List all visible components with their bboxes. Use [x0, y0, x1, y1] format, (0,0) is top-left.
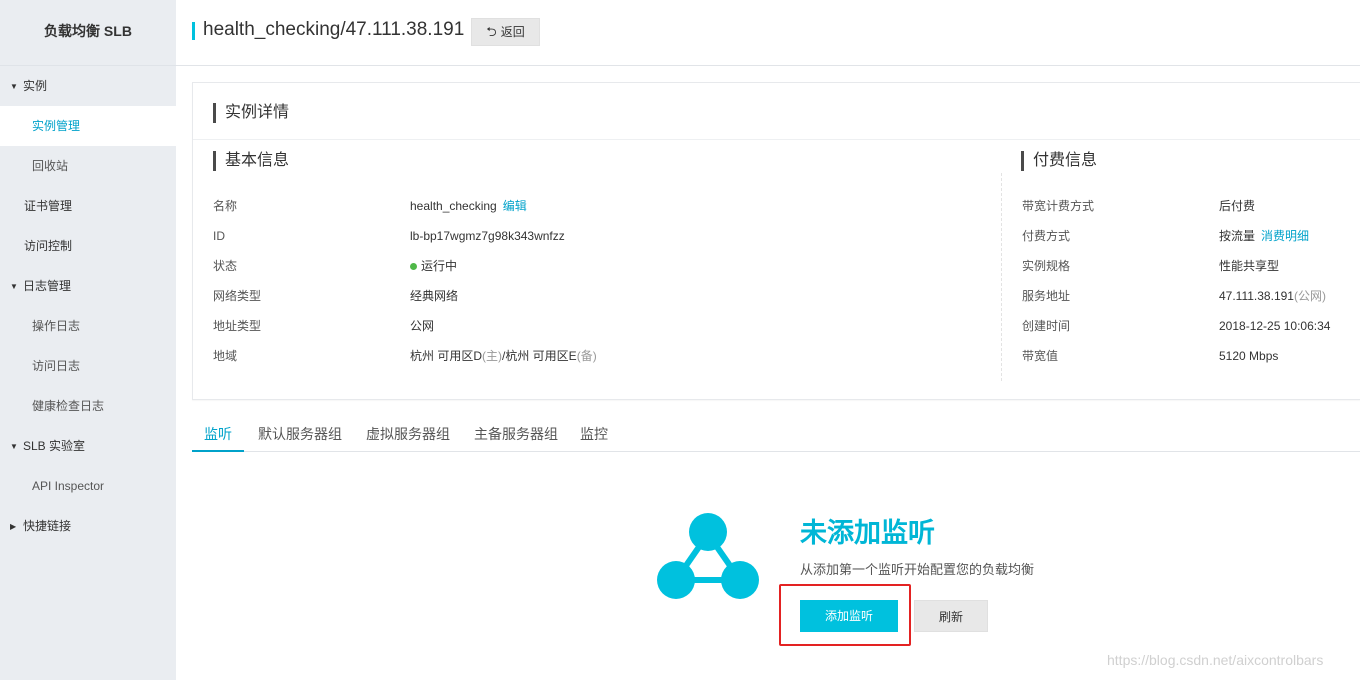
- nav-group-instance[interactable]: ▼ 实例: [0, 66, 176, 106]
- title-accent-bar: [192, 22, 195, 40]
- tab-virtual-server-group[interactable]: 虚拟服务器组: [360, 418, 456, 452]
- sidebar-item-recycle-bin[interactable]: 回收站: [0, 146, 176, 186]
- sidebar-item-api-inspector[interactable]: API Inspector: [0, 466, 176, 506]
- sidebar-item-access-control[interactable]: 访问控制: [0, 226, 176, 266]
- instance-detail-title: 实例详情: [213, 103, 289, 123]
- billing-row-bandwidth-billing: 带宽计费方式 后付费: [1022, 199, 1256, 213]
- nav-group-logs[interactable]: ▼ 日志管理: [0, 266, 176, 306]
- billing-row-service-address: 服务地址 47.111.38.191(公网): [1022, 289, 1326, 303]
- page-title: health_checking/47.111.38.191: [203, 19, 465, 40]
- sidebar: 负载均衡 SLB ▼ 实例 实例管理 回收站 证书管理 访问控制 ▼ 日志管理 操作…: [0, 0, 176, 680]
- page-header: health_checking/47.111.38.191 ⮌ 返回: [176, 0, 1360, 66]
- billing-row-created-time: 创建时间 2018-12-25 10:06:34: [1022, 319, 1331, 333]
- empty-state-description: 从添加第一个监听开始配置您的负载均衡: [800, 562, 1035, 577]
- sidebar-item-health-check-log[interactable]: 健康检查日志: [0, 386, 176, 426]
- product-title: 负载均衡 SLB: [0, 0, 176, 66]
- instance-name: health_checking: [410, 199, 497, 213]
- service-address: 47.111.38.191: [1219, 289, 1294, 303]
- billing-row-bandwidth: 带宽值 5120 Mbps: [1022, 349, 1279, 363]
- instance-id: lb-bp17wgmz7g98k343wnfzz: [410, 229, 565, 243]
- info-row-address-type: 地址类型 公网: [213, 319, 435, 333]
- info-row-id: ID lb-bp17wgmz7g98k343wnfzz: [213, 221, 993, 251]
- nav-group-quick-links[interactable]: ▶ 快捷链接: [0, 506, 176, 546]
- watermark: https://blog.csdn.net/aixcontrolbars: [1107, 652, 1324, 668]
- sidebar-item-access-log[interactable]: 访问日志: [0, 346, 176, 386]
- listener-network-icon: [657, 513, 759, 599]
- tab-monitoring[interactable]: 监控: [576, 418, 612, 452]
- status-dot-icon: [410, 263, 417, 270]
- info-row-network-type: 网络类型 经典网络: [213, 289, 459, 303]
- status-badge: 运行中: [410, 251, 457, 281]
- billing-row-payment: 付费方式 按流量 消费明细: [1022, 229, 1310, 243]
- detail-tabs: 监听 默认服务器组 虚拟服务器组 主备服务器组 监控: [192, 418, 1360, 452]
- sidebar-item-operation-log[interactable]: 操作日志: [0, 306, 176, 346]
- edit-name-link[interactable]: 编辑: [503, 199, 527, 213]
- info-row-status: 状态 运行中: [213, 251, 993, 281]
- region-value: 杭州 可用区D(主)/杭州 可用区E(备): [410, 349, 597, 363]
- column-divider: [1001, 173, 1002, 381]
- instance-detail-panel: 实例详情 基本信息 付费信息 名称 health_checking 编辑 ID l…: [192, 82, 1360, 400]
- divider: [193, 139, 1360, 140]
- empty-state-title: 未添加监听: [800, 518, 935, 548]
- nav-group-slb-lab[interactable]: ▼ SLB 实验室: [0, 426, 176, 466]
- info-row-region: 地域 杭州 可用区D(主)/杭州 可用区E(备): [213, 341, 993, 371]
- tab-listeners[interactable]: 监听: [192, 418, 244, 452]
- back-button[interactable]: ⮌ 返回: [471, 18, 540, 46]
- refresh-button[interactable]: 刷新: [914, 600, 988, 632]
- billing-info-title: 付费信息: [1021, 151, 1097, 171]
- billing-detail-link[interactable]: 消费明细: [1261, 229, 1309, 243]
- sidebar-item-instance-management[interactable]: 实例管理: [0, 106, 176, 146]
- caret-down-icon: ▼: [10, 282, 18, 291]
- caret-down-icon: ▼: [10, 442, 18, 451]
- tab-default-server-group[interactable]: 默认服务器组: [252, 418, 348, 452]
- sidebar-item-certificate[interactable]: 证书管理: [0, 186, 176, 226]
- basic-info-title: 基本信息: [213, 151, 289, 171]
- undo-arrow-icon: ⮌: [486, 24, 497, 39]
- info-row-name: 名称 health_checking 编辑: [213, 199, 527, 213]
- billing-row-spec: 实例规格 性能共享型: [1022, 259, 1280, 273]
- caret-right-icon: ▶: [10, 522, 17, 531]
- tab-master-slave-server-group[interactable]: 主备服务器组: [468, 418, 564, 452]
- caret-down-icon: ▼: [10, 82, 18, 91]
- add-listener-button[interactable]: 添加监听: [800, 600, 898, 632]
